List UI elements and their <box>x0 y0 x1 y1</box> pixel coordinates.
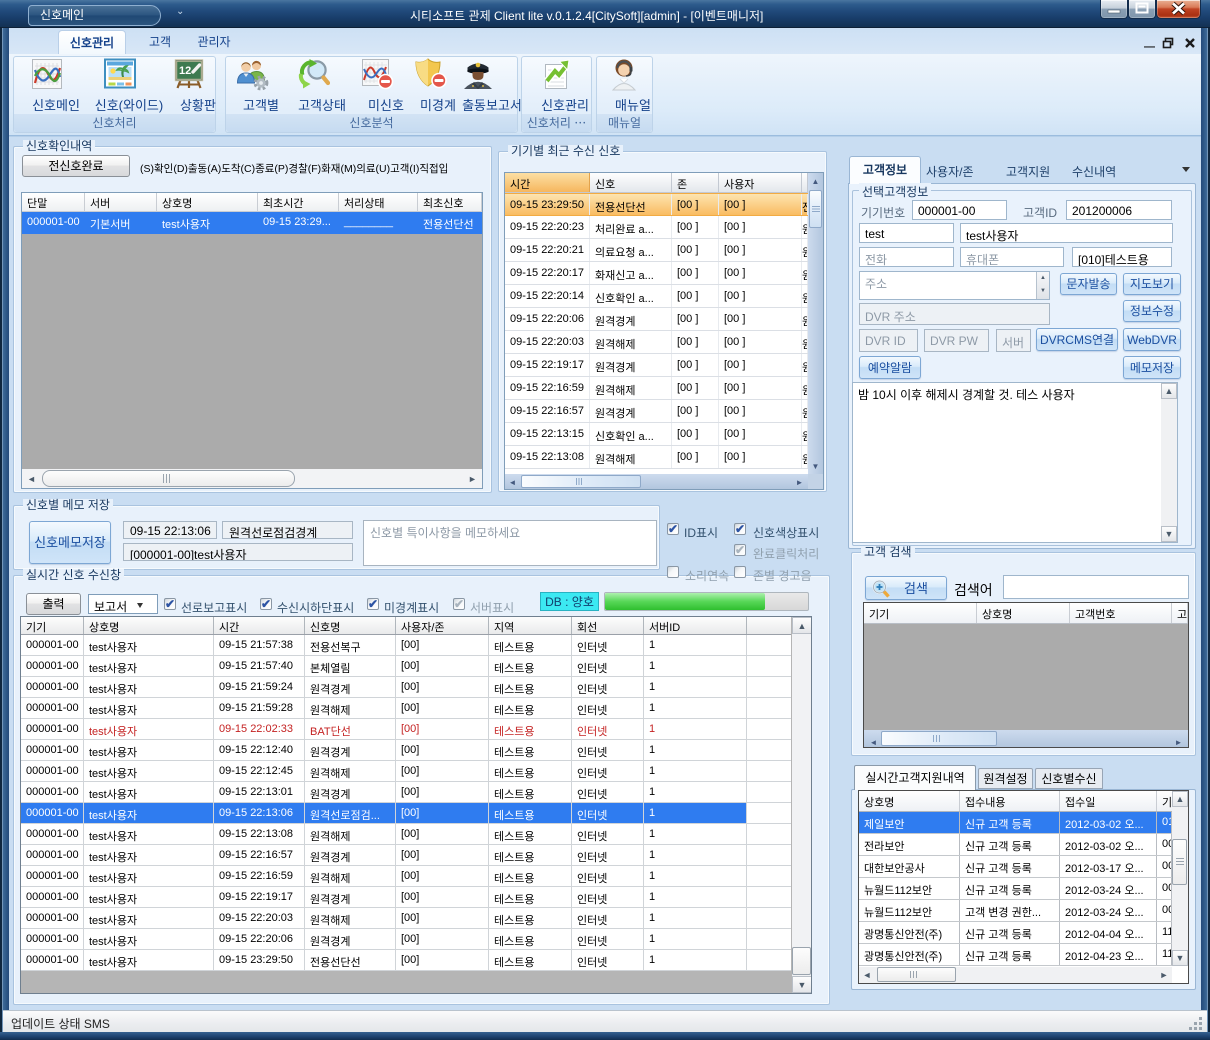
svg-text:12: 12 <box>179 65 191 77</box>
